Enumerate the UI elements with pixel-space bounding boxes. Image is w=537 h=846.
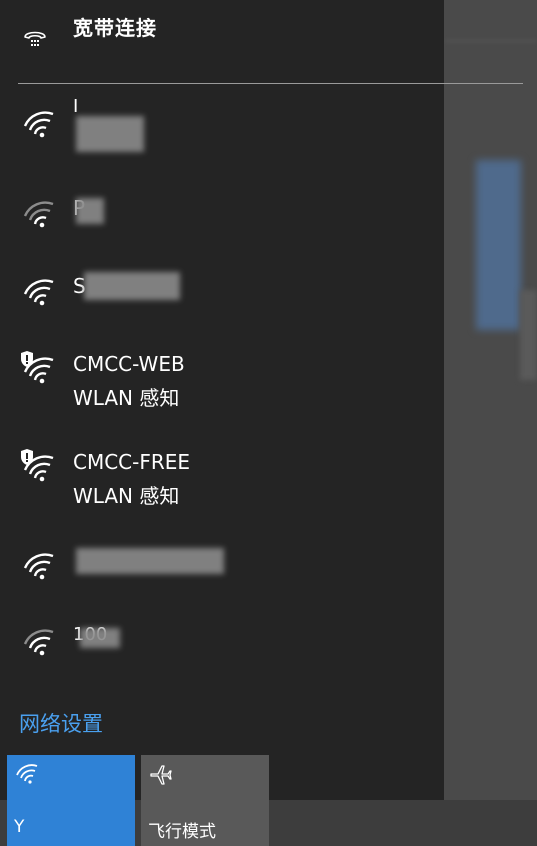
network-settings-link[interactable]: 网络设置 [19,708,103,738]
wifi-signal-weak-icon [23,201,54,228]
dial-up-phone-icon [24,31,46,46]
wifi-icon [16,764,38,784]
network-name-obscured [84,272,180,300]
wifi-network-item[interactable]: I [0,92,444,172]
backdrop-window-edge [445,40,537,42]
broadband-connection-item[interactable]: 宽带连接 [0,0,444,84]
network-flyout: 宽带连接 I P S [0,0,523,800]
network-name-obscured [76,198,104,224]
network-status: WLAN 感知 [73,484,180,508]
wifi-signal-icon [23,279,54,306]
network-status: WLAN 感知 [73,386,180,410]
network-name: CMCC-FREE [73,450,191,474]
wifi-signal-icon [23,455,54,482]
wifi-network-item[interactable]: 100 [0,612,444,692]
wifi-tile-label: Y [14,817,25,837]
network-name-obscured [80,628,120,648]
wifi-signal-icon [23,629,54,656]
network-name: CMCC-WEB [73,352,185,376]
wifi-network-item[interactable] [0,530,444,610]
broadband-connection-title: 宽带连接 [73,16,157,40]
wifi-signal-icon [23,357,54,384]
airplane-mode-label: 飞行模式 [148,822,216,842]
wifi-network-item[interactable]: S [0,254,444,334]
wifi-toggle-tile[interactable]: Y [7,755,135,846]
wifi-network-item-cmcc-web[interactable]: CMCC-WEB WLAN 感知 [0,342,444,422]
wifi-signal-icon [23,111,54,138]
network-name-obscured [76,548,224,574]
wifi-signal-icon [23,553,54,580]
wifi-network-item-cmcc-free[interactable]: CMCC-FREE WLAN 感知 [0,440,444,520]
network-name: I [73,96,79,117]
wifi-network-item[interactable]: P [0,178,444,258]
network-name-obscured [76,116,144,152]
backdrop-blurred-window-edge [520,290,537,380]
backdrop-blurred-window [476,160,521,330]
airplane-icon [150,765,172,785]
divider [18,83,523,84]
airplane-mode-tile[interactable]: 飞行模式 [141,755,269,846]
